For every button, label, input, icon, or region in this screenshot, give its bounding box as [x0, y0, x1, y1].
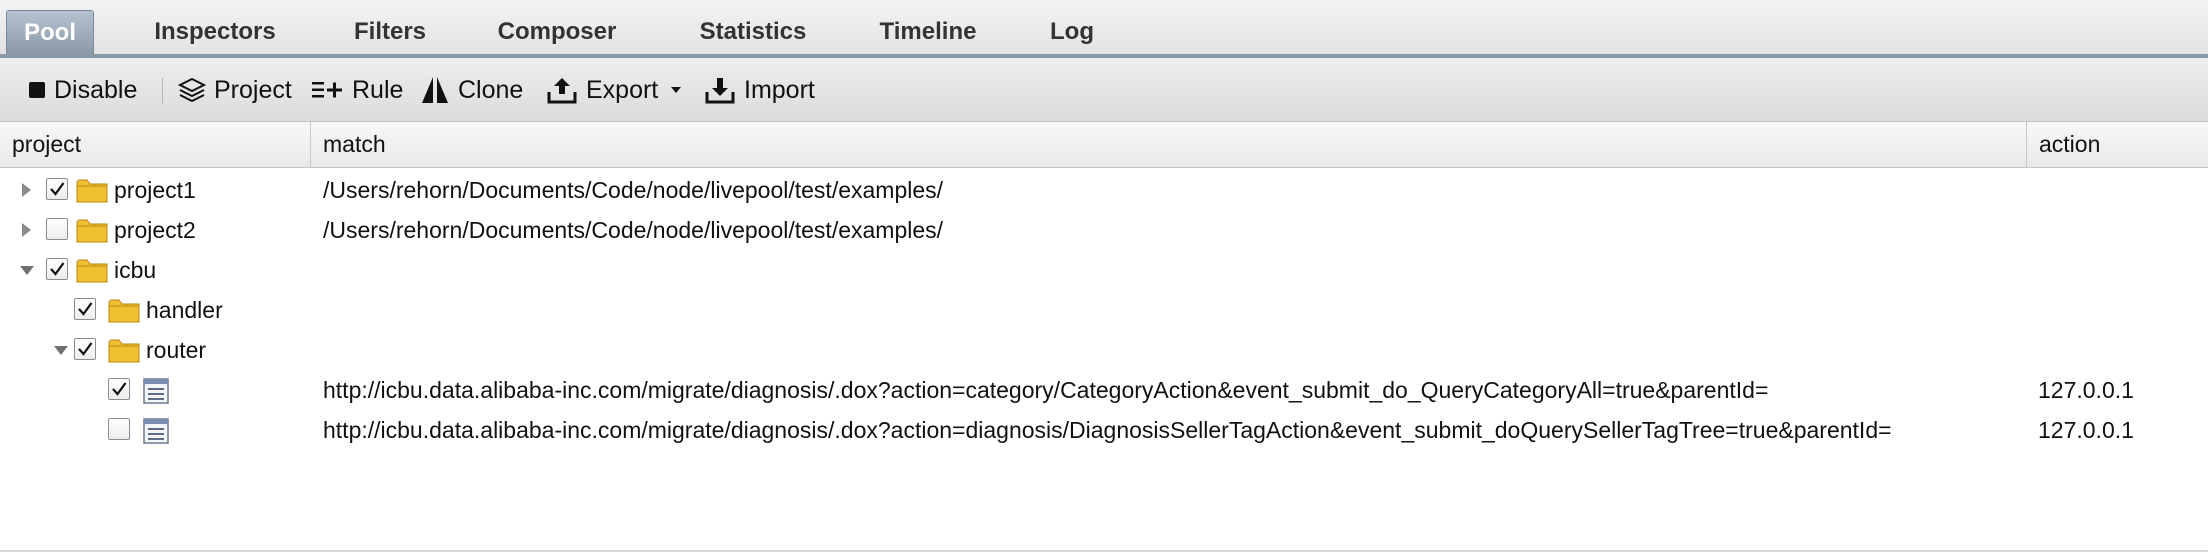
clone-icon: [420, 75, 450, 105]
stop-icon: [28, 81, 46, 99]
tab-pool[interactable]: Pool: [6, 10, 94, 54]
row-checkbox[interactable]: [46, 178, 68, 200]
add-rule-button[interactable]: Rule: [312, 58, 403, 122]
row-label[interactable]: handler: [146, 290, 223, 330]
rule-document-icon: [142, 377, 170, 405]
import-label: Import: [744, 75, 815, 104]
toolbar: Disable Project Rule Clone Export Import: [0, 58, 2208, 122]
row-label[interactable]: router: [146, 330, 206, 370]
table-row[interactable]: http://icbu.data.alibaba-inc.com/migrate…: [0, 410, 2208, 450]
match-cell[interactable]: http://icbu.data.alibaba-inc.com/migrate…: [323, 370, 1768, 410]
row-label[interactable]: project2: [114, 210, 196, 250]
export-label: Export: [586, 75, 659, 104]
add-rule-icon: [312, 79, 344, 101]
table-row[interactable]: http://icbu.data.alibaba-inc.com/migrate…: [0, 370, 2208, 410]
table-header: project match action: [0, 122, 2208, 168]
expand-arrow-icon[interactable]: [22, 223, 31, 237]
add-project-button[interactable]: Project: [178, 58, 292, 122]
tab-composer[interactable]: Composer: [488, 10, 626, 54]
table-row[interactable]: handler: [0, 290, 2208, 330]
caret-down-icon[interactable]: [670, 86, 682, 94]
folder-icon: [76, 218, 108, 244]
row-checkbox[interactable]: [46, 258, 68, 280]
clone-button[interactable]: Clone: [420, 58, 523, 122]
expand-arrow-icon[interactable]: [22, 183, 31, 197]
import-icon: [704, 76, 736, 104]
table-row[interactable]: router: [0, 330, 2208, 370]
rule-label: Rule: [352, 75, 404, 104]
column-header-match[interactable]: match: [311, 122, 2027, 167]
tab-log[interactable]: Log: [1040, 10, 1104, 54]
clone-label: Clone: [458, 75, 524, 104]
match-cell[interactable]: http://icbu.data.alibaba-inc.com/migrate…: [323, 410, 1892, 450]
toolbar-separator: [162, 78, 163, 104]
row-checkbox[interactable]: [74, 298, 96, 320]
disable-button[interactable]: Disable: [28, 58, 137, 122]
project-label: Project: [214, 75, 292, 104]
tab-bar: Pool Inspectors Filters Composer Statist…: [0, 0, 2208, 58]
action-cell[interactable]: 127.0.0.1: [2038, 370, 2134, 410]
folder-icon: [76, 178, 108, 204]
disable-label: Disable: [54, 75, 138, 104]
row-label[interactable]: project1: [114, 170, 196, 210]
row-checkbox[interactable]: [46, 218, 68, 240]
collapse-arrow-icon[interactable]: [54, 346, 68, 355]
table-row[interactable]: project2/Users/rehorn/Documents/Code/nod…: [0, 210, 2208, 250]
column-header-action[interactable]: action: [2027, 122, 2208, 167]
column-header-project[interactable]: project: [0, 122, 311, 167]
table-row[interactable]: icbu: [0, 250, 2208, 290]
row-checkbox[interactable]: [74, 338, 96, 360]
folder-icon: [76, 258, 108, 284]
tab-inspectors[interactable]: Inspectors: [140, 10, 290, 54]
match-cell[interactable]: /Users/rehorn/Documents/Code/node/livepo…: [323, 170, 943, 210]
export-icon: [546, 76, 578, 104]
table-row[interactable]: project1/Users/rehorn/Documents/Code/nod…: [0, 170, 2208, 210]
tab-statistics[interactable]: Statistics: [684, 10, 822, 54]
folder-icon: [108, 298, 140, 324]
layers-icon: [178, 77, 206, 103]
row-checkbox[interactable]: [108, 418, 130, 440]
collapse-arrow-icon[interactable]: [20, 266, 34, 275]
row-checkbox[interactable]: [108, 378, 130, 400]
tab-timeline[interactable]: Timeline: [868, 10, 988, 54]
action-cell[interactable]: 127.0.0.1: [2038, 410, 2134, 450]
export-button[interactable]: Export: [546, 58, 682, 122]
row-label[interactable]: icbu: [114, 250, 156, 290]
folder-icon: [108, 338, 140, 364]
import-button[interactable]: Import: [704, 58, 815, 122]
rule-document-icon: [142, 417, 170, 445]
match-cell[interactable]: /Users/rehorn/Documents/Code/node/livepo…: [323, 210, 943, 250]
tab-filters[interactable]: Filters: [340, 10, 440, 54]
